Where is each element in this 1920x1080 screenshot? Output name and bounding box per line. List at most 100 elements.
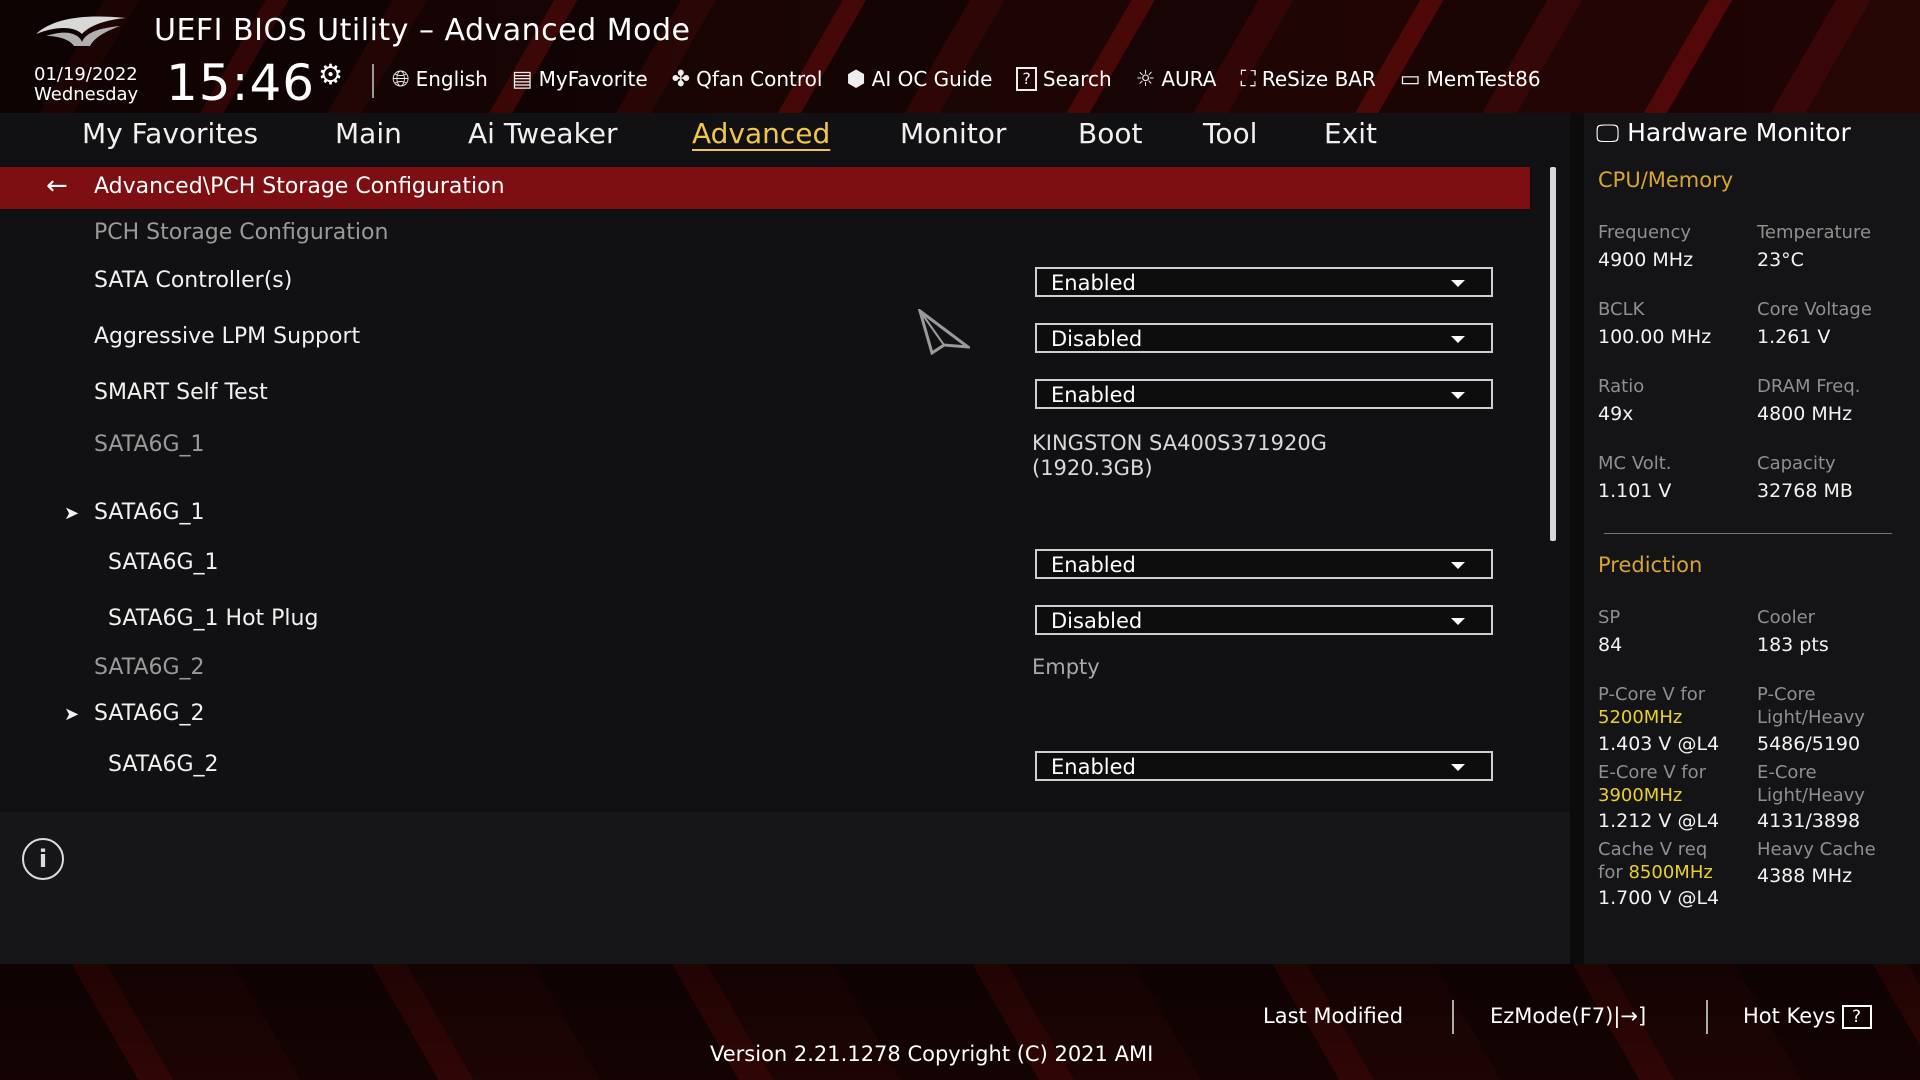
myfavorite-button[interactable]: ▤ MyFavorite xyxy=(512,64,648,94)
date-text: 01/19/2022 xyxy=(34,64,138,85)
sata6g1-hotplug-value: Disabled xyxy=(1051,609,1143,633)
sata6g1-hotplug-label: SATA6G_1 Hot Plug xyxy=(108,606,319,631)
aggressive-lpm-label: Aggressive LPM Support xyxy=(94,324,361,349)
heavy-cache-value: 4388 MHz xyxy=(1757,865,1853,887)
memtest-icon: ▭ xyxy=(1399,66,1421,92)
language-button[interactable]: 🌐︎ English xyxy=(392,64,488,94)
globe-icon: 🌐︎ xyxy=(392,66,410,92)
pcore-lh-label-1: P-Core xyxy=(1757,684,1816,705)
ezmode-label: EzMode(F7)| xyxy=(1490,1004,1621,1028)
footer-divider xyxy=(1706,1000,1708,1034)
ecore-lh-value: 4131/3898 xyxy=(1757,810,1861,832)
smart-self-test-dropdown[interactable]: Enabled xyxy=(1035,379,1493,409)
footer-bar: Last Modified EzMode(F7)|→] Hot Keys? Ve… xyxy=(0,964,1920,1080)
sata-controllers-dropdown[interactable]: Enabled xyxy=(1035,267,1493,297)
pcore-v-freq: 5200MHz xyxy=(1598,707,1683,728)
sata6g2-enable-dropdown[interactable]: Enabled xyxy=(1035,751,1493,781)
sata6g1-device-size: (1920.3GB) xyxy=(1032,456,1153,480)
top-toolbar: 🌐︎ English ▤ MyFavorite ✤ Qfan Control ⬢… xyxy=(392,64,1565,94)
cache-v-label-text: Cache V req xyxy=(1598,839,1708,860)
footer-divider xyxy=(1452,1000,1454,1034)
prediction-heading: Prediction xyxy=(1598,553,1703,577)
sata6g1-submenu[interactable]: SATA6G_1 xyxy=(94,500,205,525)
core-voltage-value: 1.261 V xyxy=(1757,326,1831,348)
main-nav: My Favorites Main Ai Tweaker Advanced Mo… xyxy=(0,113,1570,167)
heavy-cache-label: Heavy Cache xyxy=(1757,839,1876,860)
resize-bar-button[interactable]: ⛶ ReSize BAR xyxy=(1240,64,1375,94)
ecore-v-freq: 3900MHz xyxy=(1598,785,1683,806)
tab-my-favorites[interactable]: My Favorites xyxy=(82,117,258,150)
dram-freq-value: 4800 MHz xyxy=(1757,403,1853,425)
scrollbar[interactable] xyxy=(1550,167,1556,541)
dram-freq-label: DRAM Freq. xyxy=(1757,376,1861,397)
rog-logo-icon xyxy=(36,16,126,46)
breadcrumb: ← Advanced\PCH Storage Configuration xyxy=(0,167,1530,209)
pcore-lh-value: 5486/5190 xyxy=(1757,733,1861,755)
sata6g2-device-info: Empty xyxy=(1032,655,1100,679)
chevron-down-icon xyxy=(1451,280,1465,287)
hot-keys-button[interactable]: Hot Keys? xyxy=(1743,1004,1872,1029)
sata6g1-device-info: KINGSTON SA400S371920G (1920.3GB) xyxy=(1032,431,1327,481)
tab-main[interactable]: Main xyxy=(335,117,402,150)
sata6g1-enable-label: SATA6G_1 xyxy=(108,550,219,575)
ecore-v-label: E-Core V for 3900MHz xyxy=(1598,761,1706,807)
weekday-text: Wednesday xyxy=(34,84,139,105)
myfavorite-label: MyFavorite xyxy=(538,67,648,91)
sata6g1-hotplug-dropdown[interactable]: Disabled xyxy=(1035,605,1493,635)
last-modified-button[interactable]: Last Modified xyxy=(1263,1004,1403,1028)
sata6g1-enable-value: Enabled xyxy=(1051,553,1136,577)
clock-time[interactable]: 15:46 xyxy=(166,54,315,112)
cache-v-label-line2: for 8500MHz xyxy=(1598,861,1713,884)
aggressive-lpm-dropdown[interactable]: Disabled xyxy=(1035,323,1493,353)
ai-oc-guide-button[interactable]: ⬢ AI OC Guide xyxy=(846,64,992,94)
frequency-value: 4900 MHz xyxy=(1598,249,1694,271)
tab-ai-tweaker[interactable]: Ai Tweaker xyxy=(468,117,618,150)
cache-v-prefix: for xyxy=(1598,862,1623,883)
section-title: PCH Storage Configuration xyxy=(94,220,389,245)
sp-value: 84 xyxy=(1598,634,1623,656)
hardware-monitor-label: Hardware Monitor xyxy=(1627,118,1851,147)
gear-icon[interactable]: ⚙ xyxy=(318,58,343,91)
breadcrumb-path: Advanced\PCH Storage Configuration xyxy=(94,174,505,199)
mc-volt-value: 1.101 V xyxy=(1598,480,1672,502)
sata6g1-enable-dropdown[interactable]: Enabled xyxy=(1035,549,1493,579)
chevron-down-icon xyxy=(1451,562,1465,569)
settings-panel: ← Advanced\PCH Storage Configuration PCH… xyxy=(0,167,1570,812)
tab-exit[interactable]: Exit xyxy=(1324,117,1377,150)
search-button[interactable]: ? Search xyxy=(1016,64,1112,94)
pcore-lh-label-2: Light/Heavy xyxy=(1757,707,1865,728)
ai-icon: ⬢ xyxy=(846,66,866,92)
aura-button[interactable]: ☼ AURA xyxy=(1136,64,1217,94)
ai-oc-label: AI OC Guide xyxy=(871,67,993,91)
tab-advanced[interactable]: Advanced xyxy=(692,117,830,150)
tab-boot[interactable]: Boot xyxy=(1078,117,1142,150)
sata6g2-info-label: SATA6G_2 xyxy=(94,655,205,680)
resize-bar-icon: ⛶ xyxy=(1240,66,1256,92)
date-display: 01/19/2022 Wednesday xyxy=(34,65,138,105)
app-title: UEFI BIOS Utility – Advanced Mode xyxy=(154,13,691,48)
chevron-right-icon: ➤ xyxy=(64,503,80,524)
exit-arrow-icon: →] xyxy=(1620,1004,1647,1028)
ecore-lh-label-2: Light/Heavy xyxy=(1757,785,1865,806)
cache-v-value: 1.700 V @L4 xyxy=(1598,887,1720,909)
cooler-label: Cooler xyxy=(1757,607,1816,628)
sata6g2-submenu[interactable]: SATA6G_2 xyxy=(94,701,205,726)
pcore-v-label-text: P-Core V for xyxy=(1598,684,1706,705)
memtest-button[interactable]: ▭ MemTest86 xyxy=(1400,64,1541,94)
ratio-value: 49x xyxy=(1598,403,1634,425)
tab-monitor[interactable]: Monitor xyxy=(900,117,1006,150)
ecore-lh-label-1: E-Core xyxy=(1757,762,1817,783)
smart-self-test-value: Enabled xyxy=(1051,383,1136,407)
chevron-down-icon xyxy=(1451,764,1465,771)
tab-tool[interactable]: Tool xyxy=(1203,117,1257,150)
cpu-memory-heading: CPU/Memory xyxy=(1598,168,1734,192)
bclk-value: 100.00 MHz xyxy=(1598,326,1712,348)
ecore-v-label-text: E-Core V for xyxy=(1598,762,1707,783)
header-divider xyxy=(372,64,374,98)
ezmode-button[interactable]: EzMode(F7)|→] xyxy=(1490,1004,1646,1028)
language-label: English xyxy=(415,67,488,91)
help-key-icon: ? xyxy=(1841,1005,1872,1029)
pcore-v-label: P-Core V for 5200MHz xyxy=(1598,683,1705,729)
back-arrow-icon[interactable]: ← xyxy=(46,171,68,201)
qfan-control-button[interactable]: ✤ Qfan Control xyxy=(672,64,823,94)
